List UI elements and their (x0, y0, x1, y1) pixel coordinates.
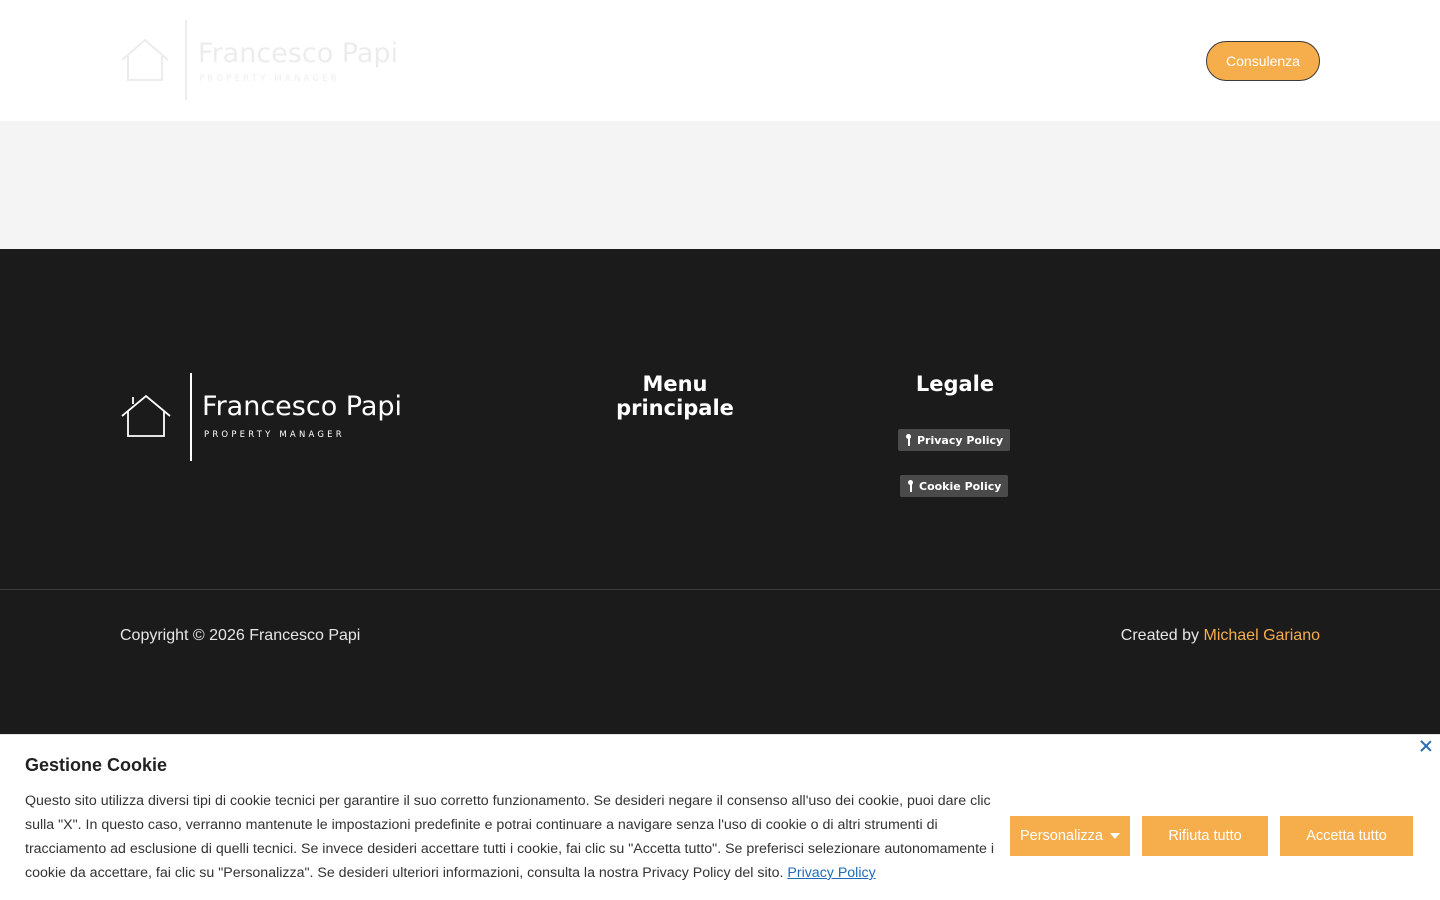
key-icon (904, 434, 912, 446)
cookie-policy-label: Cookie Policy (919, 479, 1002, 493)
personalizza-label: Personalizza (1019, 828, 1103, 844)
personalizza-button[interactable]: Personalizza (1010, 816, 1130, 856)
accetta-tutto-button[interactable]: Accetta tutto (1280, 816, 1413, 856)
cookie-banner-text: Questo sito utilizza diversi tipi di coo… (25, 789, 1000, 885)
content-band (0, 121, 1440, 249)
close-icon[interactable] (1419, 739, 1433, 753)
site-header: Francesco Papi PROPERTY MANAGER Consulen… (0, 0, 1440, 121)
header-logo-subtitle: PROPERTY MANAGER (199, 74, 340, 84)
footer-logo-subtitle: PROPERTY MANAGER (204, 430, 345, 440)
credit-author-link[interactable]: Michael Gariano (1204, 627, 1321, 644)
consulenza-button[interactable]: Consulenza (1206, 41, 1320, 81)
cookie-policy-link[interactable]: Cookie Policy (900, 475, 1009, 497)
credit-text: Created by Michael Gariano (1121, 627, 1320, 645)
cookie-banner: Gestione Cookie Questo sito utilizza div… (0, 734, 1440, 900)
footer-logo[interactable]: Francesco Papi PROPERTY MANAGER (118, 371, 418, 463)
footer-logo-name: Francesco Papi (202, 391, 402, 422)
privacy-policy-link[interactable]: Privacy Policy (898, 429, 1011, 451)
copyright-text: Copyright © 2026 Francesco Papi (120, 627, 361, 644)
header-logo-name: Francesco Papi (198, 38, 398, 69)
rifiuta-tutto-button[interactable]: Rifiuta tutto (1142, 816, 1268, 856)
footer-divider (0, 589, 1440, 590)
house-icon (121, 38, 169, 81)
caret-down-icon (1110, 833, 1120, 839)
privacy-policy-inline-link[interactable]: Privacy Policy (787, 865, 875, 881)
legale-heading: Legale (915, 372, 995, 396)
privacy-policy-label: Privacy Policy (917, 433, 1004, 447)
house-icon (121, 394, 171, 437)
menu-principale-heading: Menu principale (616, 372, 734, 420)
header-logo[interactable]: Francesco Papi PROPERTY MANAGER (118, 18, 408, 102)
credit-prefix: Created by (1120, 627, 1204, 644)
cookie-banner-title: Gestione Cookie (25, 755, 168, 775)
key-icon (906, 480, 914, 492)
